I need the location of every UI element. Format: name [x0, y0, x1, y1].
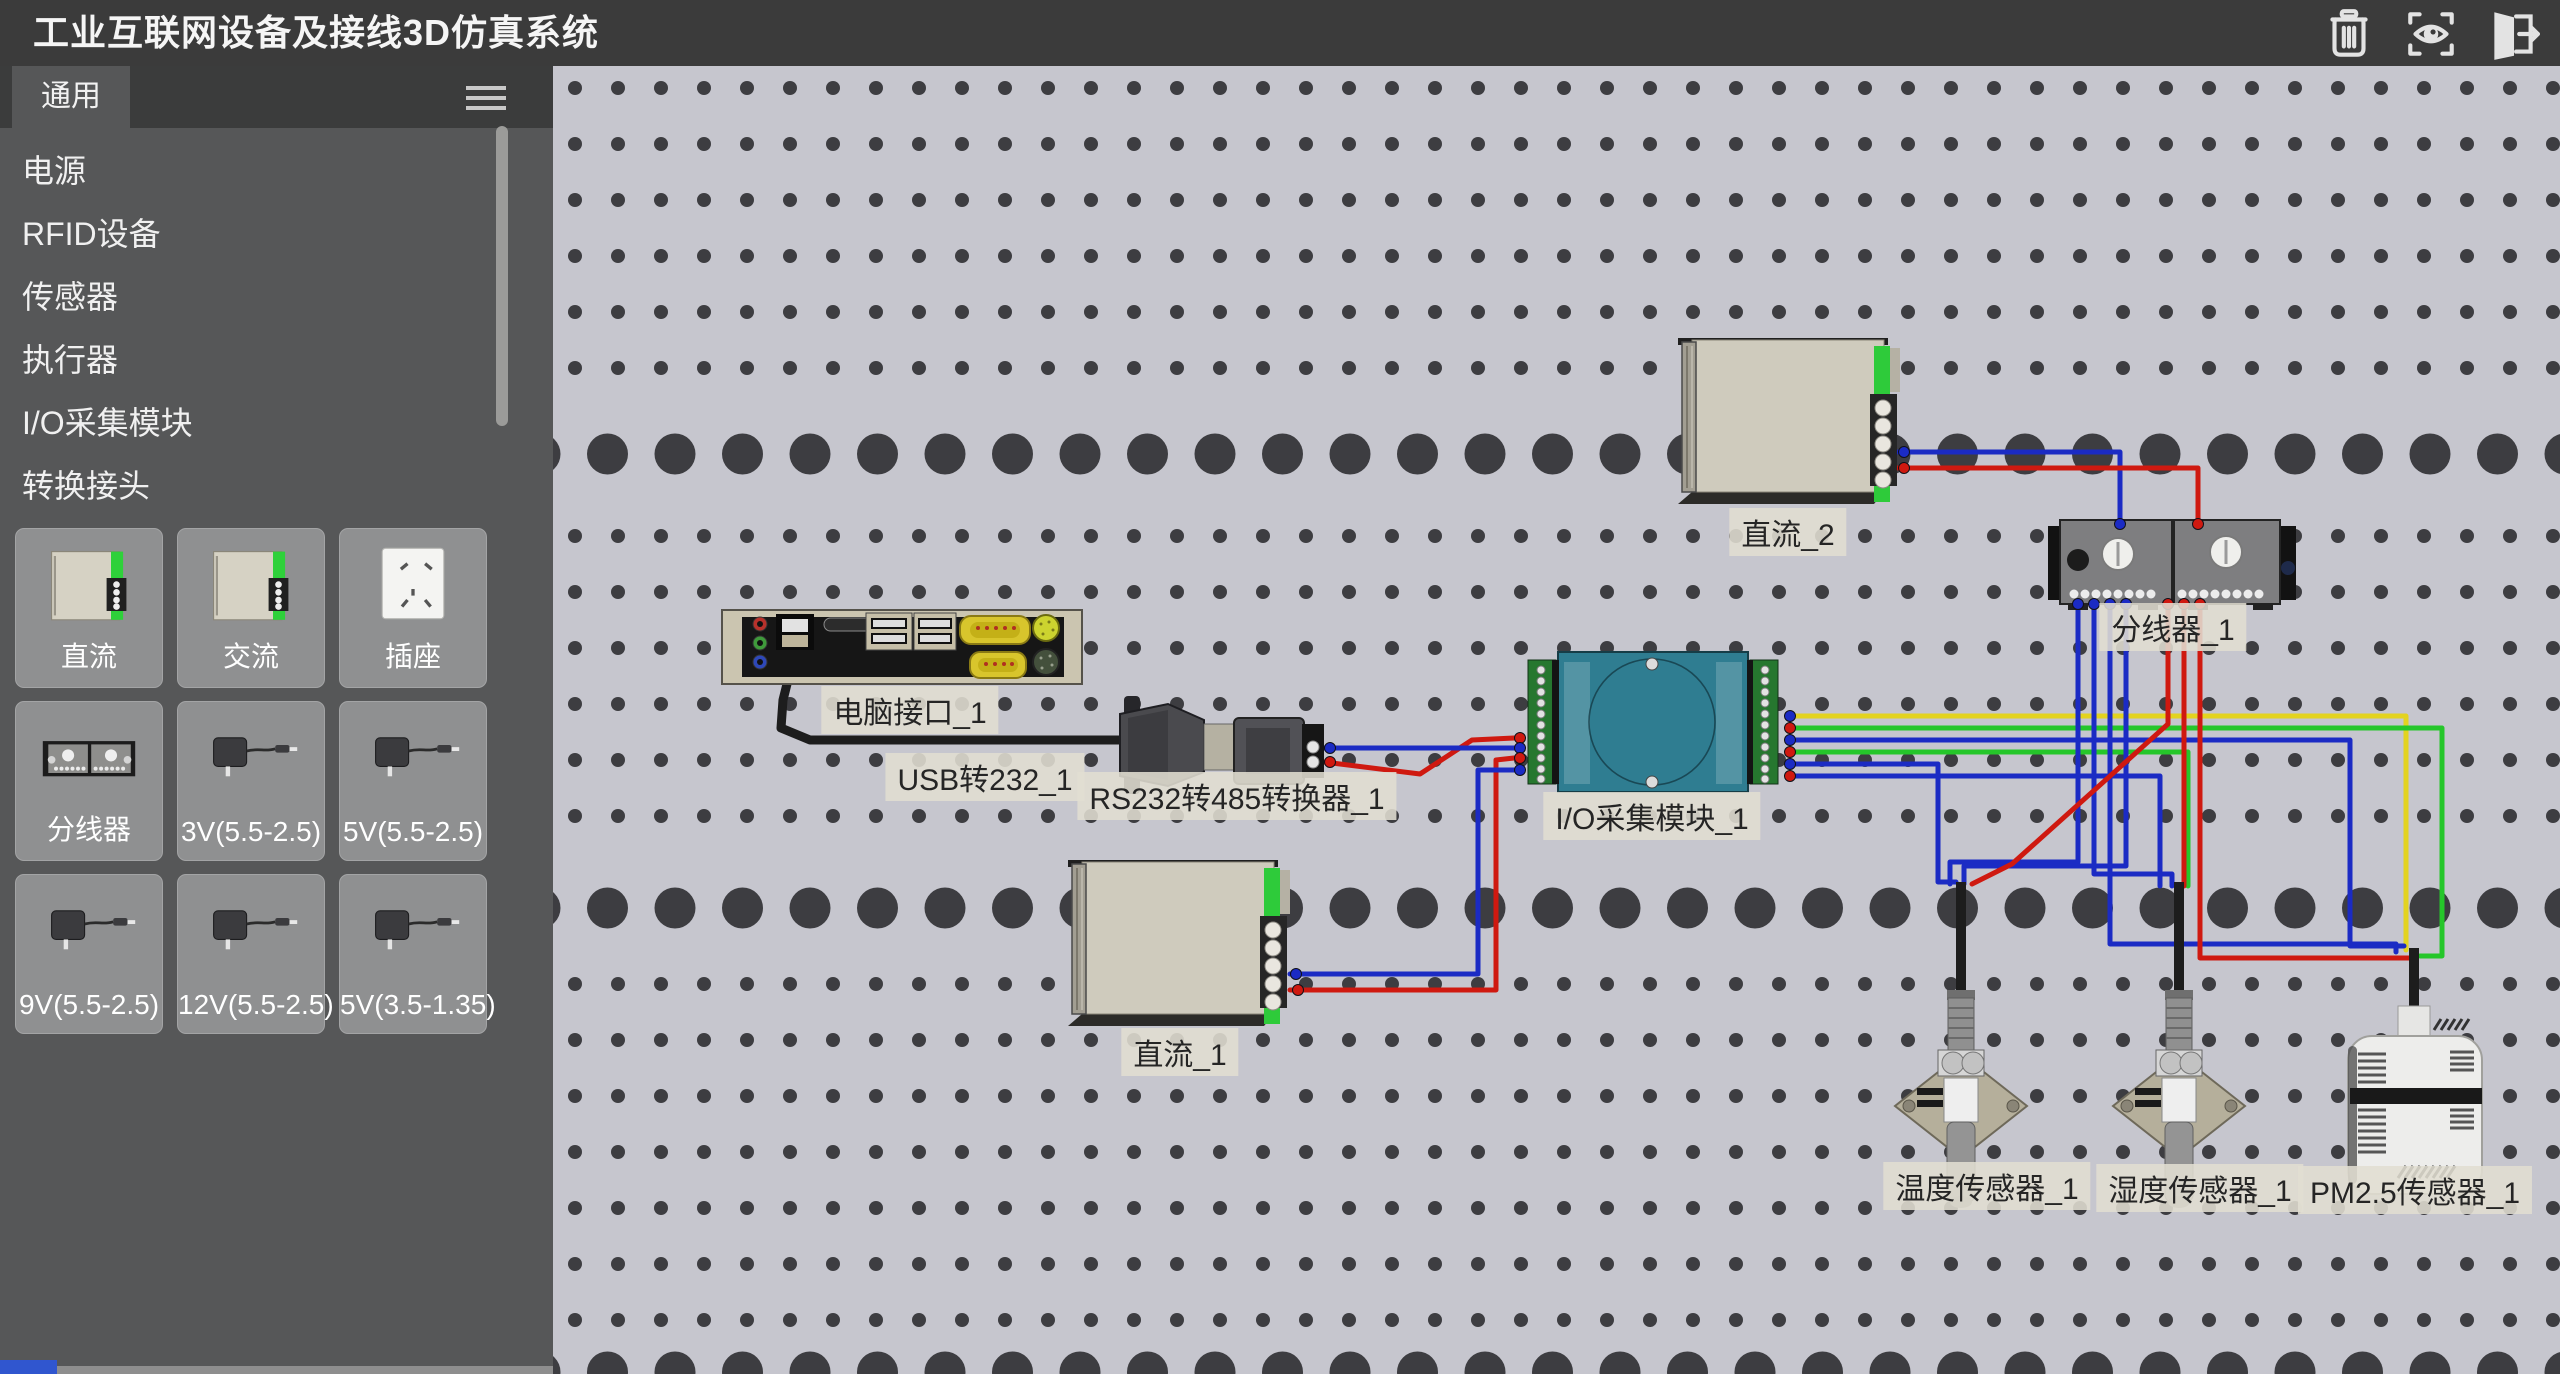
component-card-label: 5V(3.5-1.35) [340, 989, 486, 1021]
eye-view-icon [2402, 5, 2460, 63]
device-temperature-sensor-1[interactable] [1895, 882, 2027, 1208]
3d-viewport[interactable]: 直流_2分线器_1电脑接口_1USB转232_1RS232转485转换器_1I/… [553, 66, 2560, 1374]
component-card-label: 5V(5.5-2.5) [340, 816, 486, 848]
sidebar-bottom-strip [57, 1366, 553, 1374]
component-card-label: 9V(5.5-2.5) [16, 989, 162, 1021]
sidebar-tab-row: 通用 [0, 66, 553, 128]
trash-icon [2320, 5, 2378, 63]
scene-svg[interactable] [553, 66, 2560, 1374]
component-card-label: 插座 [340, 635, 486, 675]
splitter-thumbnail-icon [34, 718, 144, 806]
component-card[interactable]: 12V(5.5-2.5) [177, 874, 325, 1034]
adapter-thumbnail-icon [358, 891, 468, 979]
tab-general[interactable]: 通用 [12, 66, 130, 128]
component-card-label: 12V(5.5-2.5) [178, 989, 324, 1021]
adapter-thumbnail-icon [196, 891, 306, 979]
psu-thumbnail-icon [34, 545, 144, 633]
device-splitter-1[interactable] [2048, 520, 2296, 610]
top-bar: 工业互联网设备及接线3D仿真系统 [0, 0, 2560, 66]
sidebar-item[interactable]: 传感器 [0, 266, 490, 329]
view-button[interactable] [2402, 5, 2460, 63]
sidebar-item[interactable]: RFID设备 [0, 203, 490, 266]
sidebar-item[interactable]: I/O采集模块 [0, 392, 490, 455]
exit-button[interactable] [2484, 5, 2542, 63]
sidebar-corner-accent [0, 1360, 57, 1374]
component-grid: 直流交流插座分线器 3V(5.5-2.5) 5V(5.5-2.5) 9V(5.5-2.… [15, 528, 501, 1034]
component-sidebar: 通用 电源RFID设备传感器执行器I/O采集模块转换接头 直流交流插座分线器 3V… [0, 66, 553, 1374]
menu-icon[interactable] [466, 80, 506, 114]
sidebar-list: 电源RFID设备传感器执行器I/O采集模块转换接头 [0, 140, 490, 518]
component-card[interactable]: 分线器 [15, 701, 163, 861]
device-io-module-1[interactable] [1528, 652, 1778, 792]
component-card[interactable]: 交流 [177, 528, 325, 688]
adapter-thumbnail-icon [34, 891, 144, 979]
component-card-label: 分线器 [16, 808, 162, 848]
component-card[interactable]: 插座 [339, 528, 487, 688]
device-pc-interface-1[interactable] [722, 610, 1082, 684]
component-card[interactable]: 5V(3.5-1.35) [339, 874, 487, 1034]
component-card[interactable]: 9V(5.5-2.5) [15, 874, 163, 1034]
adapter-thumbnail-icon [196, 718, 306, 806]
sidebar-scrollbar[interactable] [496, 126, 508, 426]
component-card[interactable]: 5V(5.5-2.5) [339, 701, 487, 861]
topbar-actions [2320, 5, 2542, 63]
socket-thumbnail-icon [358, 545, 468, 633]
component-card-label: 交流 [178, 635, 324, 675]
delete-button[interactable] [2320, 5, 2378, 63]
component-card[interactable]: 3V(5.5-2.5) [177, 701, 325, 861]
sidebar-item[interactable]: 电源 [0, 140, 490, 203]
sidebar-item[interactable]: 转换接头 [0, 455, 490, 518]
component-card[interactable]: 直流 [15, 528, 163, 688]
device-dc-power-2[interactable] [1678, 338, 1900, 504]
device-humidity-sensor-1[interactable] [2113, 882, 2245, 1208]
component-card-label: 直流 [16, 635, 162, 675]
adapter-thumbnail-icon [358, 718, 468, 806]
exit-door-icon [2484, 5, 2542, 63]
sidebar-item[interactable]: 执行器 [0, 329, 490, 392]
app-title: 工业互联网设备及接线3D仿真系统 [33, 0, 599, 66]
device-dc-power-1[interactable] [1068, 860, 1290, 1026]
psu-thumbnail-icon [196, 545, 306, 633]
component-card-label: 3V(5.5-2.5) [178, 816, 324, 848]
